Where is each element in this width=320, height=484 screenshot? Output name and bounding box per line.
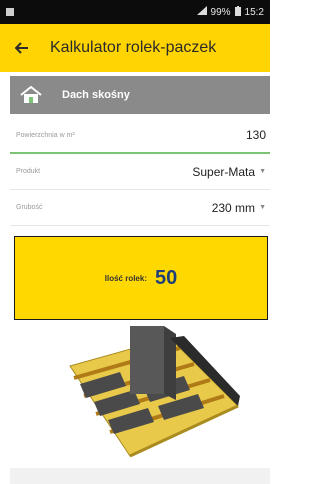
- area-field-value: 130: [245, 128, 266, 142]
- roof-type-header[interactable]: Dach skośny: [10, 76, 270, 114]
- product-select-value: Super-Mata: [192, 164, 256, 179]
- thickness-select-value: 230 mm: [211, 200, 256, 215]
- notification-icon: [6, 7, 16, 17]
- result-label: Ilość rolek:: [104, 273, 147, 283]
- signal-icon: [196, 6, 207, 18]
- page-title: Kalkulator rolek-paczek: [50, 39, 217, 56]
- product-select-label: Produkt: [16, 168, 41, 175]
- house-icon: [20, 86, 42, 103]
- thickness-select-label: Grubość: [16, 204, 43, 211]
- clock: 15:2: [244, 6, 264, 18]
- back-button[interactable]: [0, 24, 44, 72]
- chevron-down-icon: ▼: [259, 204, 266, 211]
- arrow-left-icon: [15, 42, 28, 54]
- battery-percent: 99%: [210, 6, 231, 18]
- roof-type-label: Dach skośny: [62, 89, 130, 101]
- bottom-strip: [10, 468, 270, 484]
- area-field[interactable]: Powierzchnia w m² 130: [10, 118, 270, 154]
- roof-insulation-illustration: [60, 326, 240, 464]
- status-icons: 99% 15:2: [196, 5, 264, 19]
- chevron-down-icon: ▼: [259, 168, 266, 175]
- product-select[interactable]: Produkt Super-Mata ▼: [10, 154, 270, 190]
- app-bar: Kalkulator rolek-paczek: [0, 24, 270, 72]
- area-field-label: Powierzchnia w m²: [16, 131, 75, 139]
- result-panel: Ilość rolek: 50: [14, 236, 268, 320]
- result-value: 50: [155, 266, 178, 289]
- status-bar: 99% 15:2: [0, 0, 270, 24]
- battery-icon: [234, 5, 241, 19]
- thickness-select[interactable]: Grubość 230 mm ▼: [10, 190, 270, 226]
